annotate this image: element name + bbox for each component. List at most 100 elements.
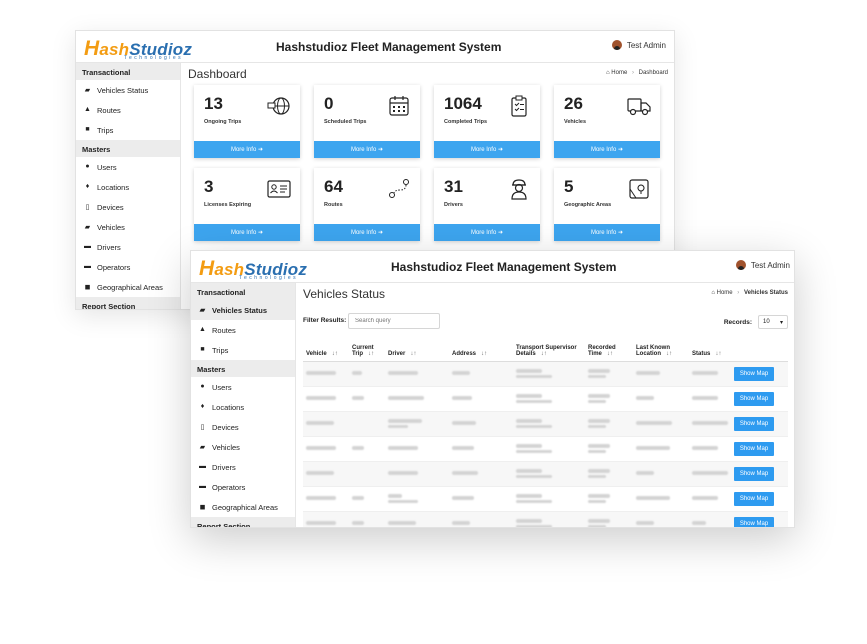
show-map-button[interactable]: Show Map (734, 516, 774, 527)
column-header[interactable]: Driver ↓↑ (385, 335, 449, 362)
sort-icon[interactable]: ↓↑ (607, 351, 613, 357)
stat-value: 64 (324, 177, 343, 196)
sidebar: Transactional ▰ Vehicles Status ▲ Routes ■… (191, 283, 296, 527)
sidebar-item-vehicles[interactable]: ▰ Vehicles (191, 437, 295, 457)
show-map-button[interactable]: Show Map (734, 366, 774, 381)
table-cell (585, 486, 633, 512)
page-title: Dashboard (188, 67, 247, 81)
sidebar-item-routes[interactable]: ▲ Routes (191, 320, 295, 340)
table-cell (585, 361, 633, 387)
table-cell (303, 361, 349, 387)
more-info-button[interactable]: More Info ➜ (194, 224, 300, 241)
table-cell (633, 386, 689, 412)
app-title: Hashstudioz Fleet Management System (391, 260, 617, 274)
filter-label: Filter Results: (303, 317, 347, 324)
more-info-button[interactable]: More Info ➜ (194, 141, 300, 158)
sidebar-item-geographical-areas[interactable]: ◼ Geographical Areas (76, 277, 180, 297)
sidebar-item-users[interactable]: ● Users (191, 377, 295, 397)
more-info-button[interactable]: More Info ➜ (434, 141, 540, 158)
sidebar-item-devices[interactable]: ▯ Devices (76, 197, 180, 217)
sidebar-item-devices[interactable]: ▯ Devices (191, 417, 295, 437)
sidebar-item-vehicles-status[interactable]: ▰ Vehicles Status (191, 300, 295, 320)
sidebar-item-vehicles-status[interactable]: ▰ Vehicles Status (76, 80, 180, 100)
show-map-button[interactable]: Show Map (734, 441, 774, 456)
table-cell (585, 436, 633, 462)
table-cell (449, 436, 513, 462)
more-info-button[interactable]: More Info ➜ (554, 141, 660, 158)
column-header[interactable]: Transport Supervisor Details ↓↑ (513, 335, 585, 362)
sidebar-item-operators[interactable]: ▬ Operators (191, 477, 295, 497)
user-menu[interactable]: Test Admin (735, 260, 790, 270)
logo[interactable]: HashStudioz Technologies (199, 257, 307, 281)
sidebar-item-label: Drivers (97, 243, 121, 252)
table-cell (385, 411, 449, 437)
id-card-icon: ▬ (84, 243, 91, 250)
user-name: Test Admin (626, 40, 666, 50)
sort-icon[interactable]: ↓↑ (666, 351, 672, 357)
table-cell (303, 511, 349, 527)
sidebar-item-geographical-areas[interactable]: ◼ Geographical Areas (191, 497, 295, 517)
column-header[interactable]: Address ↓↑ (449, 335, 513, 362)
column-header[interactable]: Recorded Time ↓↑ (585, 335, 633, 362)
sort-icon[interactable]: ↓↑ (541, 351, 547, 357)
sort-icon[interactable]: ↓↑ (481, 351, 487, 357)
table-cell (303, 461, 349, 487)
show-map-button[interactable]: Show Map (734, 391, 774, 406)
breadcrumb-home[interactable]: Home (611, 70, 627, 76)
sidebar-item-locations[interactable]: ♦ Locations (76, 177, 180, 197)
table-cell (449, 386, 513, 412)
sidebar-item-users[interactable]: ● Users (76, 157, 180, 177)
sidebar-item-trips[interactable]: ■ Trips (76, 120, 180, 140)
column-header[interactable]: Vehicle ↓↑ (303, 335, 349, 362)
column-header[interactable]: Status ↓↑ (689, 335, 731, 362)
more-info-button[interactable]: More Info ➜ (554, 224, 660, 241)
more-info-button[interactable]: More Info ➜ (314, 141, 420, 158)
vehicles-status-table: Vehicle ↓↑ Current Trip ↓↑ Driver ↓↑ Address ↓↑… (303, 335, 788, 527)
sidebar-item-operators[interactable]: ▬ Operators (76, 257, 180, 277)
user-menu[interactable]: Test Admin (611, 40, 666, 50)
show-map-button[interactable]: Show Map (734, 466, 774, 481)
sidebar-item-vehicles[interactable]: ▰ Vehicles (76, 217, 180, 237)
sidebar-item-drivers[interactable]: ▬ Drivers (191, 457, 295, 477)
sort-icon[interactable]: ↓↑ (368, 351, 374, 357)
table-cell (349, 386, 385, 412)
sort-icon[interactable]: ↓↑ (410, 351, 416, 357)
column-header[interactable]: Current Trip ↓↑ (349, 335, 385, 362)
truck-icon (627, 98, 651, 116)
breadcrumb-home[interactable]: Home (717, 290, 733, 296)
sidebar-item-trips[interactable]: ■ Trips (191, 340, 295, 360)
more-info-label: More Info (470, 147, 497, 153)
stat-value: 26 (564, 94, 583, 113)
sidebar-item-routes[interactable]: ▲ Routes (76, 100, 180, 120)
vehicles-status-main: Vehicles Status ⌂ Home › Vehicles Status… (297, 283, 794, 527)
show-map-button[interactable]: Show Map (734, 491, 774, 506)
search-input[interactable] (348, 313, 440, 329)
column-header[interactable]: Last Known Location ↓↑ (633, 335, 689, 362)
records-select[interactable]: 10 ▾ (758, 315, 788, 329)
more-info-button[interactable]: More Info ➜ (434, 224, 540, 241)
records-control: Records: 10 ▾ (724, 315, 788, 329)
sidebar-item-label: Drivers (212, 463, 236, 472)
car-icon: ▰ (199, 444, 206, 451)
sidebar-item-label: Vehicles Status (212, 306, 268, 315)
sidebar-item-drivers[interactable]: ▬ Drivers (76, 237, 180, 257)
sort-icon[interactable]: ↓↑ (332, 351, 338, 357)
sidebar-item-locations[interactable]: ♦ Locations (191, 397, 295, 417)
stat-card-ongoing-trips: 13 Ongoing Trips More Info ➜ (194, 85, 300, 158)
stat-card-routes: 64 Routes More Info ➜ (314, 168, 420, 241)
breadcrumb-current: Dashboard (638, 70, 668, 76)
more-info-button[interactable]: More Info ➜ (314, 224, 420, 241)
road-icon: ▲ (84, 106, 91, 113)
arrow-right-icon: ➜ (378, 230, 384, 236)
breadcrumb-separator: › (737, 290, 740, 296)
logo[interactable]: HashStudioz Technologies (84, 37, 192, 61)
map-pin-icon (629, 179, 649, 199)
stat-card-completed-trips: 1064 Completed Trips More Info ➜ (434, 85, 540, 158)
table-cell (449, 511, 513, 527)
show-map-button[interactable]: Show Map (734, 416, 774, 431)
table-cell (633, 511, 689, 527)
sort-icon[interactable]: ↓↑ (715, 351, 721, 357)
table-cell (449, 461, 513, 487)
truck-icon: ■ (85, 126, 90, 133)
driver-icon (511, 179, 527, 200)
